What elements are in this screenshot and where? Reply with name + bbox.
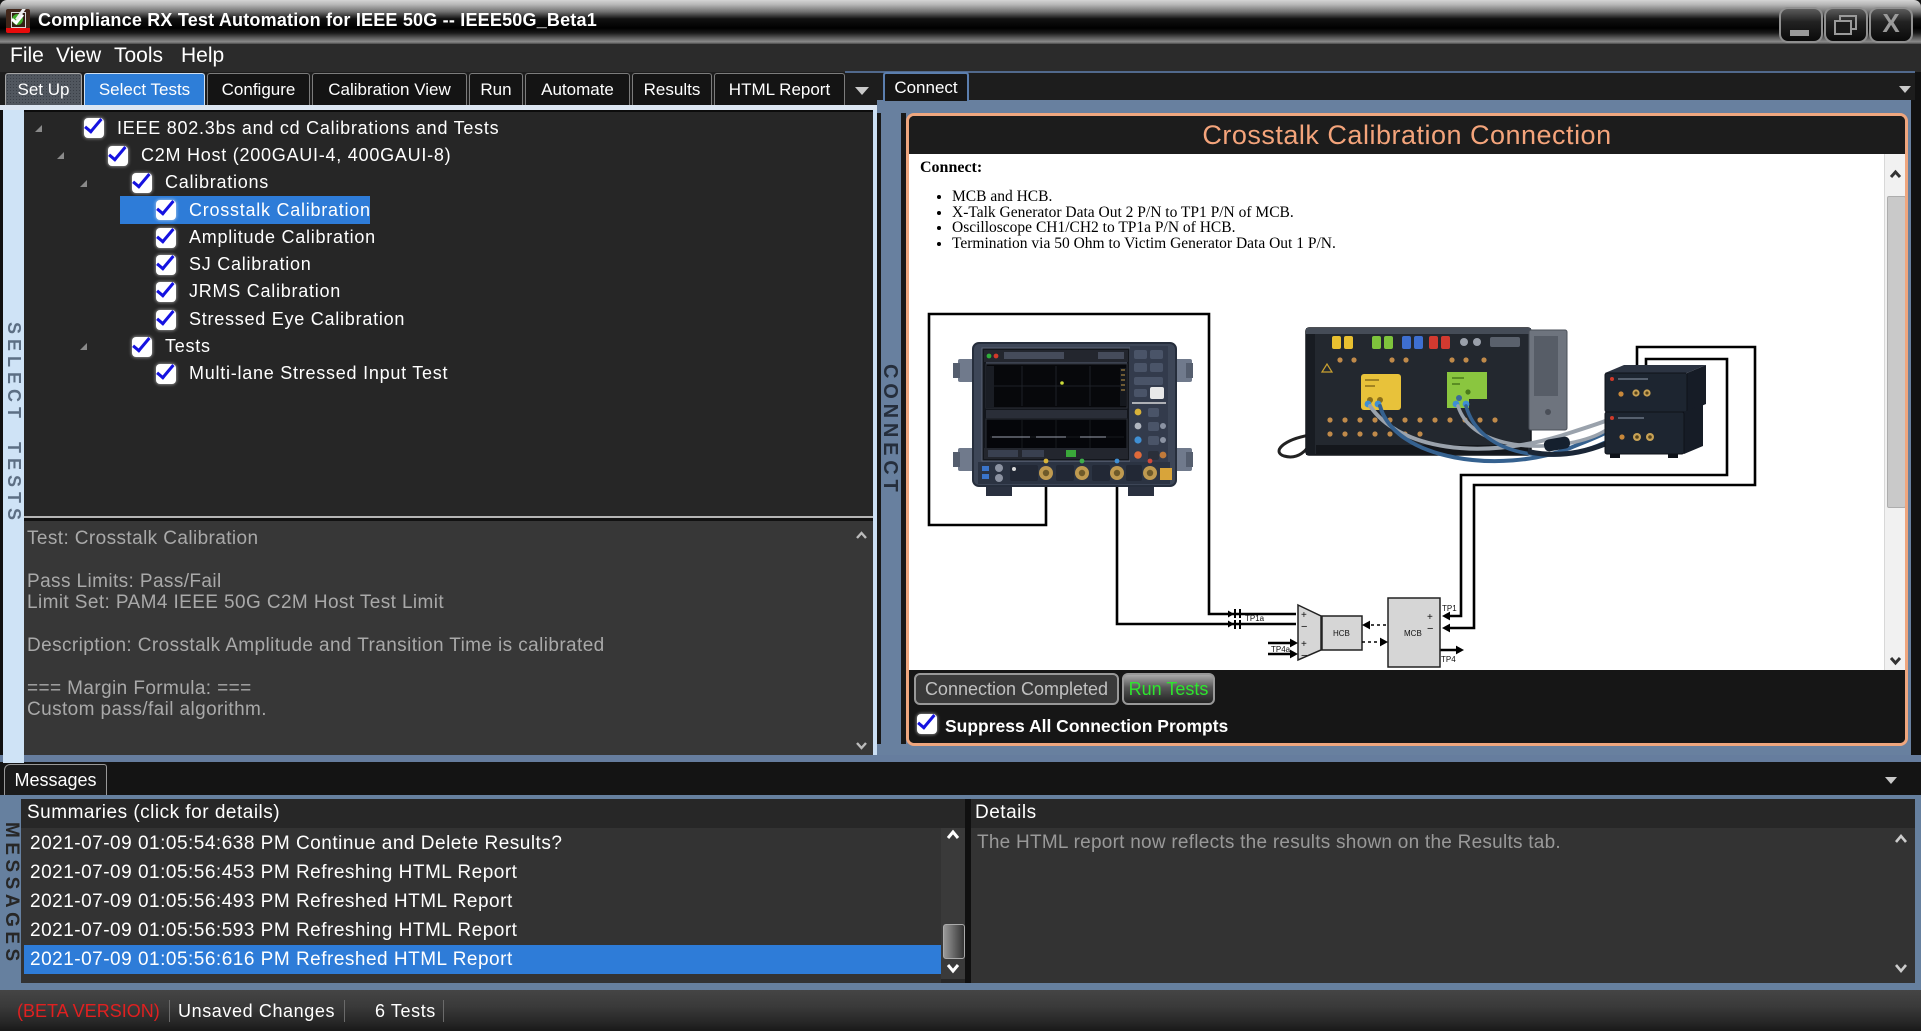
svg-text:HCB: HCB — [1333, 629, 1350, 638]
svg-text:+: + — [1301, 639, 1307, 650]
svg-text:TP4a: TP4a — [1271, 645, 1291, 654]
svg-text:+: + — [1427, 612, 1433, 623]
svg-text:−: − — [1427, 623, 1433, 635]
svg-text:MCB: MCB — [1404, 629, 1422, 638]
svg-text:−: − — [1301, 650, 1307, 662]
svg-text:−: − — [1301, 621, 1307, 633]
svg-text:TP1a: TP1a — [1245, 614, 1265, 623]
svg-text:TP1: TP1 — [1442, 604, 1457, 613]
svg-text:TP4: TP4 — [1441, 655, 1456, 664]
svg-text:+: + — [1301, 610, 1307, 621]
